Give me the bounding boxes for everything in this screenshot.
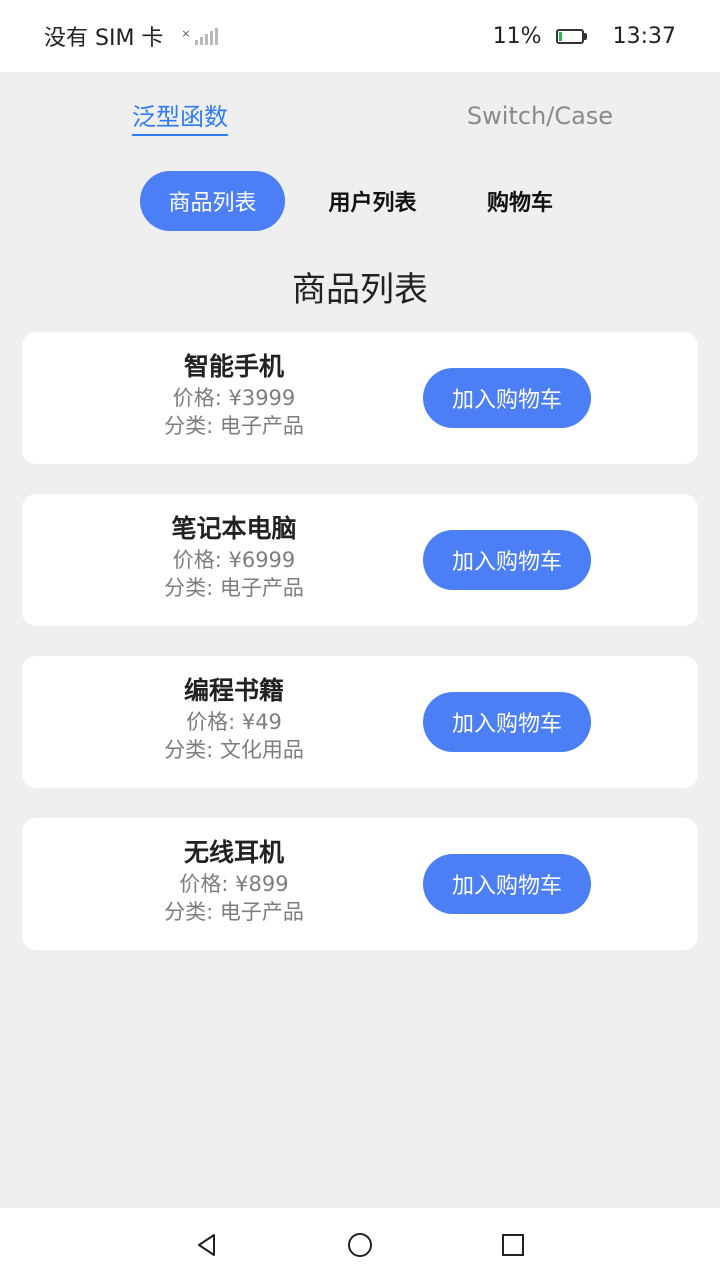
product-category: 分类: 电子产品 (164, 900, 304, 924)
product-price: 价格: ¥3999 (172, 386, 296, 410)
product-card: 无线耳机 价格: ¥899 分类: 电子产品 加入购物车 (22, 818, 698, 950)
status-left: 没有 SIM 卡 × (44, 20, 218, 52)
product-info: 编程书籍 价格: ¥49 分类: 文化用品 (22, 674, 446, 764)
product-info: 智能手机 价格: ¥3999 分类: 电子产品 (22, 350, 446, 440)
add-to-cart-button[interactable]: 加入购物车 (423, 368, 591, 428)
tab-label: Switch/Case (466, 102, 614, 130)
carrier-label: 没有 SIM 卡 (44, 26, 164, 51)
segment-control: 商品列表 用户列表 购物车 (140, 171, 580, 231)
top-tabs: 泛型函数 Switch/Case (0, 88, 720, 144)
back-icon[interactable] (194, 1232, 220, 1258)
navigation-bar (0, 1208, 720, 1280)
add-to-cart-button[interactable]: 加入购物车 (423, 854, 591, 914)
battery-icon (555, 28, 587, 44)
product-price: 价格: ¥899 (179, 872, 289, 896)
product-price: 价格: ¥49 (186, 710, 282, 734)
segment-product-list[interactable]: 商品列表 (140, 171, 285, 231)
recents-icon[interactable] (500, 1232, 526, 1258)
signal-icon: × (181, 27, 218, 45)
product-name: 无线耳机 (183, 838, 284, 867)
status-right: 11% 13:37 (493, 24, 676, 49)
tab-generic-functions[interactable]: 泛型函数 (0, 88, 360, 144)
clock: 13:37 (612, 23, 676, 49)
segment-user-list[interactable]: 用户列表 (285, 171, 460, 231)
product-name: 笔记本电脑 (171, 514, 297, 543)
tab-label: 泛型函数 (132, 97, 228, 136)
segment-cart[interactable]: 购物车 (460, 171, 580, 231)
product-card: 编程书籍 价格: ¥49 分类: 文化用品 加入购物车 (22, 656, 698, 788)
product-category: 分类: 电子产品 (164, 414, 304, 438)
product-category: 分类: 文化用品 (164, 738, 304, 762)
product-price: 价格: ¥6999 (172, 548, 296, 572)
product-list: 智能手机 价格: ¥3999 分类: 电子产品 加入购物车 笔记本电脑 价格: … (22, 332, 698, 980)
home-icon[interactable] (347, 1232, 373, 1258)
page-title: 商品列表 (292, 270, 428, 310)
product-info: 笔记本电脑 价格: ¥6999 分类: 电子产品 (22, 512, 446, 602)
add-to-cart-button[interactable]: 加入购物车 (423, 692, 591, 752)
product-category: 分类: 电子产品 (164, 576, 304, 600)
add-to-cart-button[interactable]: 加入购物车 (423, 530, 591, 590)
battery-percent: 11% (492, 23, 542, 49)
status-bar: 没有 SIM 卡 × 11% 13:37 (0, 0, 720, 72)
tab-switch-case[interactable]: Switch/Case (360, 88, 720, 144)
product-name: 编程书籍 (183, 676, 284, 705)
product-name: 智能手机 (183, 352, 284, 381)
product-card: 智能手机 价格: ¥3999 分类: 电子产品 加入购物车 (22, 332, 698, 464)
product-info: 无线耳机 价格: ¥899 分类: 电子产品 (22, 836, 446, 926)
product-card: 笔记本电脑 价格: ¥6999 分类: 电子产品 加入购物车 (22, 494, 698, 626)
